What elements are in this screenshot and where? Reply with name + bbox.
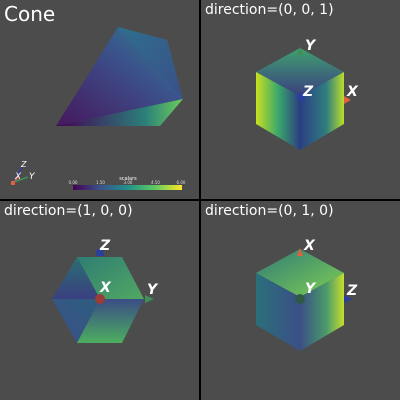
axis-label-z: Z [20, 160, 27, 169]
axis-label-y: Y [29, 172, 36, 182]
axis-label-y: Y [305, 38, 317, 54]
hexagon-scene-z: Y Z X [256, 38, 359, 150]
scalar-bar-tick: 6.00 [177, 180, 186, 185]
viewport-title: direction=(0, 1, 0) [205, 203, 334, 219]
cone-scene: Z X Y scalars 0.00 1.50 3.00 4.50 6.00 [11, 27, 186, 190]
hexagon-scene-x: Z X Y [52, 238, 159, 343]
axis-label-x: X [99, 280, 112, 296]
scalar-bar-tick: 4.50 [151, 180, 160, 185]
axis-y-marker [295, 294, 305, 304]
axis-label-z: Z [302, 84, 314, 100]
axis-label-y: Y [147, 282, 159, 298]
scalar-bar-tick: 0.00 [69, 180, 78, 185]
viewport-direction-z[interactable]: Y Z X direction=(0, 0, 1) [201, 0, 400, 199]
axis-label-z: Z [99, 238, 111, 254]
viewport-cone[interactable]: Z X Y scalars 0.00 1.50 3.00 4.50 6.00 C… [0, 0, 199, 199]
axis-label-x: X [14, 172, 22, 182]
scalar-bar [73, 185, 182, 190]
render-window: Z X Y scalars 0.00 1.50 3.00 4.50 6.00 C… [0, 0, 400, 400]
axis-label-x: X [346, 84, 359, 100]
viewport-direction-y[interactable]: X Y Z direction=(0, 1, 0) [201, 201, 400, 400]
hexagon-scene-y: X Y Z [256, 238, 358, 351]
viewport-title: direction=(1, 0, 0) [4, 203, 133, 219]
scalar-bar-tick: 3.00 [124, 180, 133, 185]
axis-label-z: Z [346, 283, 358, 299]
scalar-bar-tick: 1.50 [96, 180, 105, 185]
axis-label-x: X [303, 238, 316, 254]
viewport-direction-x[interactable]: Z X Y direction=(1, 0, 0) [0, 201, 199, 400]
viewport-title: direction=(0, 0, 1) [205, 2, 334, 18]
viewport-title: Cone [4, 2, 56, 26]
